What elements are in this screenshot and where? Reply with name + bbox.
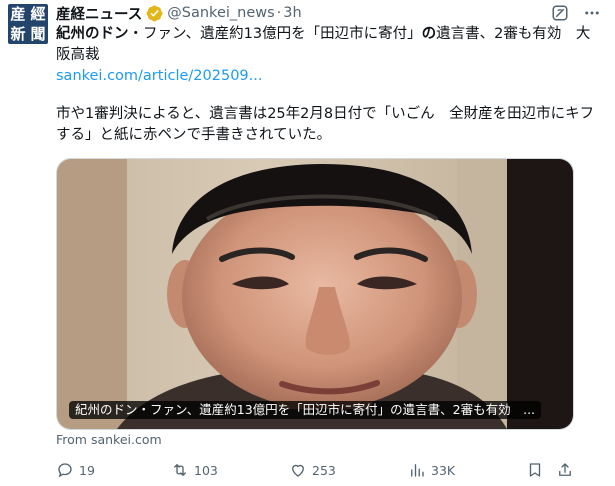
verified-badge-icon	[146, 5, 163, 21]
reply-count: 19	[79, 462, 95, 478]
like-button[interactable]: 253	[289, 461, 336, 479]
headline-part: ・ファン、遺産約13億円を「田辺市に寄付」	[128, 26, 422, 42]
headline-bold: の	[421, 26, 437, 42]
header-actions	[551, 4, 601, 22]
avatar-char: 經	[30, 5, 46, 23]
reply-button[interactable]: 19	[56, 461, 95, 479]
separator-dot: ·	[276, 5, 282, 21]
retweet-count: 103	[194, 462, 218, 478]
bookmark-button[interactable]	[526, 461, 549, 479]
retweet-button[interactable]: 103	[171, 461, 218, 479]
views-button[interactable]: 33K	[408, 461, 455, 479]
share-button[interactable]	[556, 461, 579, 479]
portrait-photo	[57, 159, 573, 429]
like-icon	[292, 464, 304, 477]
avatar-char: 聞	[30, 25, 46, 43]
avatar-char: 新	[10, 25, 26, 43]
grok-icon[interactable]	[551, 4, 569, 22]
link-card-image[interactable]: 紀州のドン・ファン、遺産約13億円を「田辺市に寄付」の遺言書、2審も有効 ...	[56, 158, 574, 430]
reply-icon	[58, 463, 72, 478]
headline-bold: 紀州のドン	[56, 26, 129, 42]
post-paragraph: 市や1審判決によると、遺言書は25年2月8日付で「いごん 全財産を田辺市にキフす…	[56, 106, 595, 143]
article-link[interactable]: sankei.com/article/202509...	[56, 68, 262, 84]
share-icon	[559, 463, 571, 476]
link-source[interactable]: From sankei.com	[56, 432, 162, 447]
author-handle[interactable]: @Sankei_news	[167, 5, 274, 21]
author-name[interactable]: 産経ニュース	[56, 3, 142, 24]
post-time[interactable]: 3h	[283, 5, 301, 21]
tweet-header: 産経ニュース @Sankei_news · 3h	[56, 2, 302, 24]
action-bar: 19 103 253 33K	[56, 458, 576, 482]
views-icon	[411, 464, 424, 477]
views-count: 33K	[431, 462, 456, 478]
headline: 紀州のドン・ファン、遺産約13億円を「田辺市に寄付」の遺言書、2審も有効 大阪高…	[56, 24, 596, 66]
retweet-icon	[174, 464, 186, 476]
more-icon[interactable]	[583, 4, 601, 22]
bookmark-icon	[529, 463, 541, 477]
post-text: 紀州のドン・ファン、遺産約13億円を「田辺市に寄付」の遺言書、2審も有効 大阪高…	[56, 24, 596, 87]
link-card-caption: 紀州のドン・ファン、遺産約13億円を「田辺市に寄付」の遺言書、2審も有効 ...	[69, 401, 542, 419]
avatar[interactable]: 産 經 新 聞	[8, 4, 48, 44]
tweet[interactable]: 産 經 新 聞 産経ニュース @Sankei_news · 3h 紀州のドン・フ…	[0, 0, 615, 486]
like-count: 253	[312, 462, 336, 478]
avatar-char: 産	[10, 5, 26, 23]
